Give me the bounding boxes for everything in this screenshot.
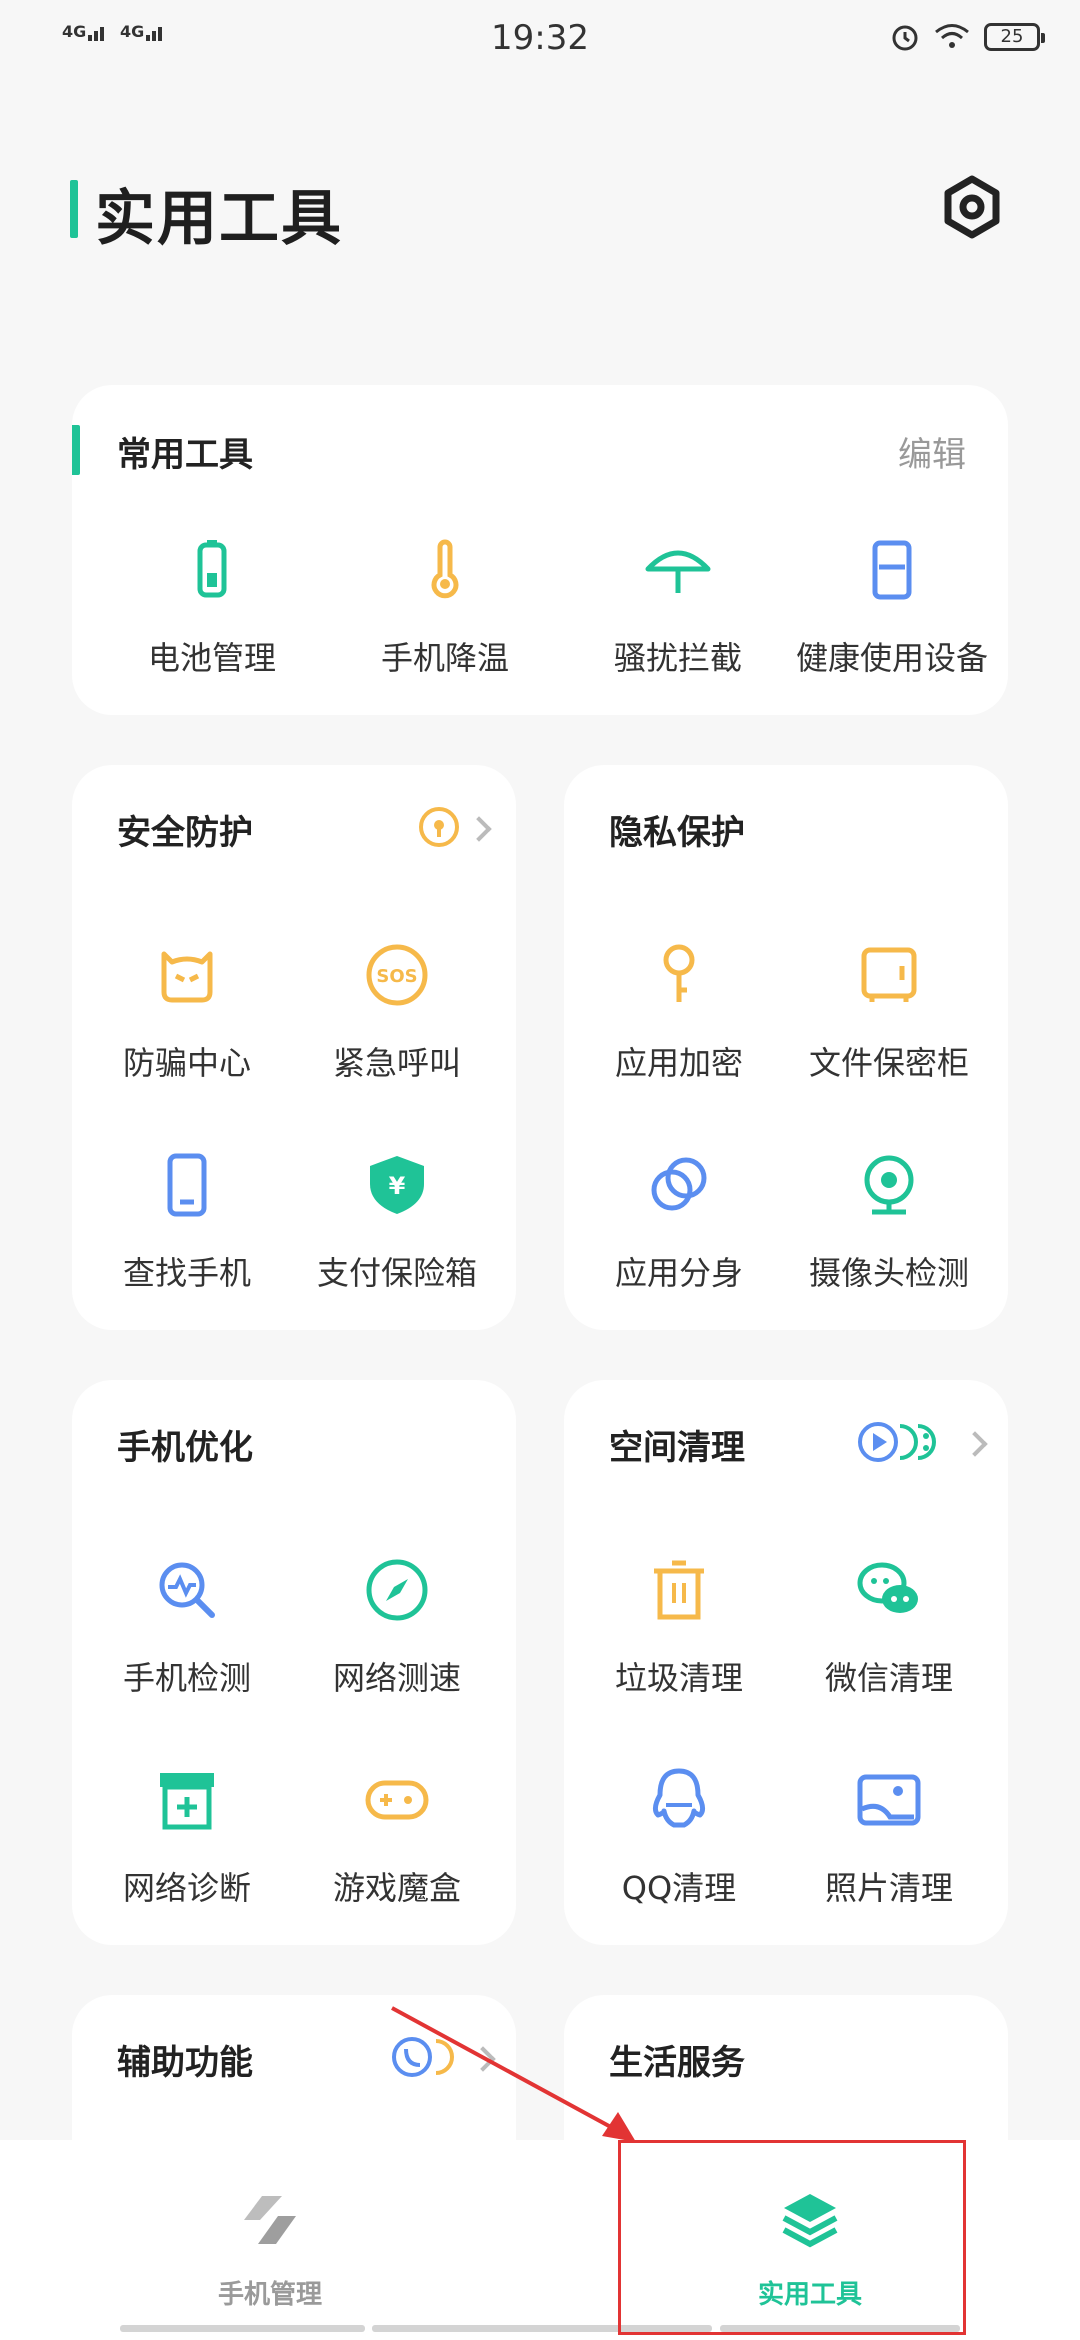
key-icon: [663, 944, 695, 1002]
tool-photo-clean[interactable]: 照片清理: [794, 1765, 984, 1909]
tool-anti-fraud[interactable]: 防骗中心: [92, 940, 282, 1084]
title-accent: [70, 180, 78, 238]
tool-app-clone[interactable]: 应用分身: [584, 1150, 774, 1294]
tool-label: 游戏魔盒: [332, 1869, 461, 1907]
security-status-icon: [419, 807, 459, 847]
optimize-card: 手机优化 手机检测 网络测速 网络诊断 游戏魔盒: [72, 1380, 516, 1945]
tool-qq-clean[interactable]: QQ清理: [584, 1765, 774, 1909]
nav-phone-manager[interactable]: 手机管理: [0, 2140, 540, 2340]
thermometer-icon: [431, 539, 459, 599]
media-status-icon: [858, 1422, 936, 1462]
settings-icon[interactable]: [940, 175, 1004, 239]
battery-icon: [197, 540, 227, 598]
hourglass-icon: [872, 540, 912, 600]
page-title: 实用工具: [95, 184, 343, 254]
card-title: 空间清理: [609, 1428, 745, 1468]
tool-label: 骚扰拦截: [613, 639, 742, 677]
tool-find-phone[interactable]: 查找手机: [92, 1150, 282, 1294]
payment-shield-icon: ¥: [370, 1156, 424, 1214]
tool-label: 查找手机: [122, 1254, 251, 1292]
card-title: 常用工具: [117, 435, 253, 475]
tool-label: 应用加密: [614, 1044, 743, 1082]
umbrella-icon: [645, 550, 711, 593]
search-check-icon: [159, 1562, 215, 1618]
phone-manager-icon: [244, 2196, 296, 2244]
phone-icon: [167, 1153, 207, 1217]
tool-game-box[interactable]: 游戏魔盒: [302, 1765, 492, 1909]
safe-icon: [861, 947, 917, 1002]
storage-card: 空间清理 垃圾清理 微信清理 QQ清理 照片清理: [564, 1380, 1008, 1945]
alarm-icon: [892, 25, 918, 51]
tool-label: 网络诊断: [122, 1869, 251, 1907]
tool-label: 支付保险箱: [316, 1254, 477, 1292]
tool-label: 防骗中心: [122, 1044, 251, 1082]
card-title: 安全防护: [117, 813, 253, 853]
battery-indicator: 25: [984, 23, 1045, 51]
tool-label: 电池管理: [147, 639, 276, 677]
network-diagnose-icon: [160, 1773, 214, 1830]
tool-camera-detect[interactable]: 摄像头检测: [794, 1150, 984, 1294]
card-title: 辅助功能: [117, 2043, 253, 2083]
status-bar: 4G 4G 19:32 25: [0, 0, 1080, 80]
tool-label: 应用分身: [614, 1254, 743, 1292]
tool-phone-check[interactable]: 手机检测: [92, 1555, 282, 1699]
tool-spam-block[interactable]: 骚扰拦截: [578, 535, 778, 679]
edit-button[interactable]: 编辑: [898, 427, 966, 476]
tool-label: 文件保密柜: [808, 1044, 969, 1082]
tool-label: 微信清理: [824, 1659, 953, 1697]
tool-wechat-clean[interactable]: 微信清理: [794, 1555, 984, 1699]
tool-label: 网络测速: [332, 1659, 461, 1697]
tool-sos[interactable]: SOS 紧急呼叫: [302, 940, 492, 1084]
tool-battery[interactable]: 电池管理: [112, 535, 312, 679]
tool-network-diagnose[interactable]: 网络诊断: [92, 1765, 282, 1909]
camera-icon: [864, 1155, 914, 1215]
clone-icon: [651, 1157, 707, 1211]
annotation-highlight-box: [618, 2140, 966, 2335]
tool-label: QQ清理: [621, 1869, 737, 1907]
tool-payment-safe[interactable]: ¥ 支付保险箱: [302, 1150, 492, 1294]
photo-icon: [857, 1774, 921, 1826]
tool-label: 垃圾清理: [614, 1659, 743, 1697]
tool-file-safe[interactable]: 文件保密柜: [794, 940, 984, 1084]
tool-label: 摄像头检测: [808, 1254, 969, 1292]
tool-label: 手机检测: [122, 1659, 251, 1697]
nav-label: 手机管理: [217, 2280, 322, 2310]
chevron-right-icon[interactable]: [466, 816, 492, 842]
tool-app-lock[interactable]: 应用加密: [584, 940, 774, 1084]
wechat-icon: [857, 1562, 918, 1613]
trash-icon: [654, 1560, 704, 1620]
tool-cooling[interactable]: 手机降温: [345, 535, 545, 679]
anti-fraud-icon: [161, 951, 213, 1003]
tool-label: 紧急呼叫: [332, 1044, 461, 1082]
tool-speed-test[interactable]: 网络测速: [302, 1555, 492, 1699]
annotation-arrow: [391, 2006, 636, 2142]
qq-icon: [652, 1768, 706, 1828]
sos-icon: SOS: [366, 944, 428, 1006]
svg-text:SOS: SOS: [376, 966, 417, 987]
gamepad-icon: [365, 1780, 429, 1820]
wifi-icon: [935, 24, 969, 48]
tool-label: 健康使用设备: [795, 639, 988, 677]
gesture-bar: [120, 2325, 365, 2332]
tool-junk-clean[interactable]: 垃圾清理: [584, 1555, 774, 1699]
tool-label: 照片清理: [824, 1869, 953, 1907]
svg-text:¥: ¥: [389, 1172, 406, 1200]
common-tools-card: 常用工具 编辑 电池管理 手机降温 骚扰拦截 健康使用设备: [72, 385, 1008, 715]
security-card: 安全防护 防骗中心 SOS 紧急呼叫 查找手机 ¥ 支付保险箱: [72, 765, 516, 1330]
card-title: 手机优化: [117, 1428, 253, 1468]
card-title: 隐私保护: [609, 813, 745, 853]
compass-icon: [366, 1559, 428, 1621]
tool-label: 手机降温: [380, 639, 509, 677]
privacy-card: 隐私保护 应用加密 文件保密柜 应用分身 摄像头检测: [564, 765, 1008, 1330]
card-accent: [72, 425, 80, 475]
tool-digital-wellbeing[interactable]: 健康使用设备: [782, 535, 1002, 679]
chevron-right-icon[interactable]: [962, 1431, 988, 1457]
